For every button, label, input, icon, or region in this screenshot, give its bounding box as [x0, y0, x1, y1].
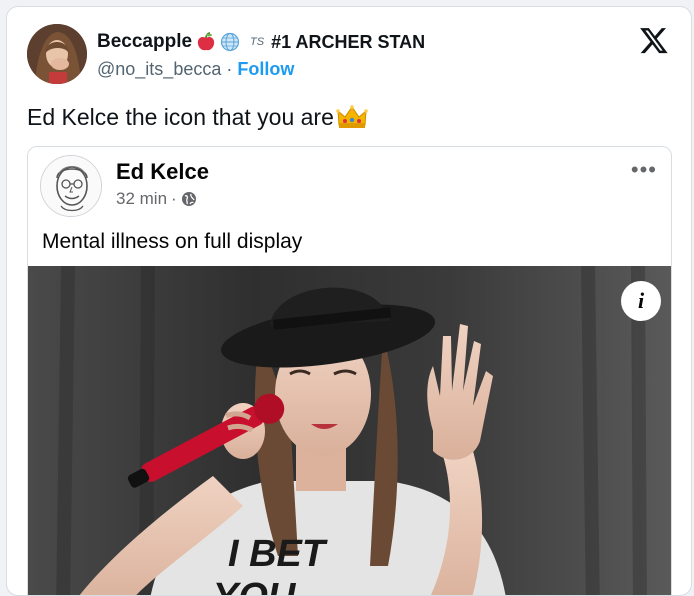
- author-handle-row: @no_its_becca · Follow: [97, 59, 294, 80]
- ts-badge: TS: [250, 36, 265, 48]
- tweet-text: Ed Kelce the icon that you are: [27, 103, 368, 131]
- embedded-post-time: 32 min: [116, 189, 168, 208]
- shirt-text-line1: I BET: [228, 533, 328, 575]
- shirt-text-line2: YOU: [213, 576, 297, 596]
- tweet-body: Ed Kelce the icon that you are: [27, 103, 334, 130]
- handle-separator: ·: [226, 59, 233, 79]
- globe-emoji-icon: [220, 32, 240, 52]
- embedded-post-photo[interactable]: I BET YOU i: [28, 266, 671, 596]
- embedded-post-avatar: [40, 155, 102, 217]
- tweet-card: Beccapple TS #1 ARCHER STAN @no_its_becc…: [6, 6, 692, 596]
- author-handle[interactable]: @no_its_becca: [97, 59, 221, 79]
- embedded-post-meta: 32 min ·: [116, 189, 197, 209]
- x-logo-icon[interactable]: [639, 25, 669, 55]
- author-name-suffix: #1 ARCHER STAN: [271, 31, 426, 52]
- embedded-post-author: Ed Kelce: [116, 159, 209, 184]
- follow-button[interactable]: Follow: [237, 59, 294, 79]
- author-name-row: Beccapple TS #1 ARCHER STAN: [97, 31, 425, 53]
- apple-emoji-icon: [196, 32, 216, 52]
- globe-icon: [181, 191, 197, 207]
- info-icon[interactable]: i: [621, 281, 661, 321]
- meta-separator: ·: [171, 189, 177, 208]
- crown-emoji-icon: [336, 103, 368, 131]
- author-display-name[interactable]: Beccapple: [97, 31, 192, 53]
- embedded-post[interactable]: Ed Kelce 32 min · ••• Mental illness on …: [27, 146, 672, 596]
- author-avatar[interactable]: [27, 24, 87, 84]
- more-options-icon[interactable]: •••: [631, 157, 657, 183]
- embedded-post-text: Mental illness on full display: [42, 230, 303, 253]
